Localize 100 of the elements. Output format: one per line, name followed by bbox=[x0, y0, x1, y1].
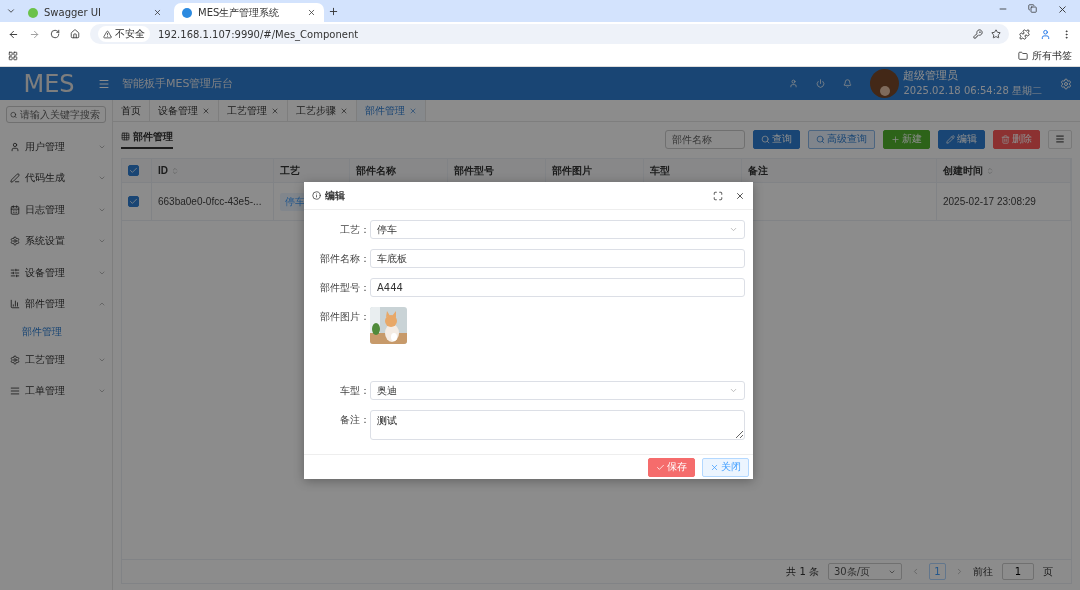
user-icon bbox=[10, 141, 20, 152]
address-bar[interactable]: 不安全 192.168.1.107:9990/#/Mes_Component bbox=[90, 24, 1009, 44]
search-field[interactable]: 部件名称 bbox=[665, 129, 745, 149]
trash-icon bbox=[1001, 134, 1010, 144]
column-header: 备注 bbox=[748, 163, 768, 178]
page-input[interactable]: 1 bbox=[1002, 563, 1034, 580]
back-icon[interactable] bbox=[8, 28, 19, 40]
apps-icon[interactable] bbox=[8, 51, 18, 61]
user-icon[interactable] bbox=[789, 79, 799, 88]
select-field[interactable]: 奥迪 bbox=[370, 381, 745, 400]
textarea-field[interactable]: 测试 bbox=[370, 410, 745, 440]
page-tab[interactable]: 部件管理 bbox=[357, 100, 426, 121]
checkbox[interactable] bbox=[128, 196, 139, 207]
user-name: 超级管理员 bbox=[903, 69, 960, 83]
sidebar-subitem[interactable]: 部件管理 bbox=[6, 320, 106, 344]
checkbox[interactable] bbox=[128, 165, 139, 176]
close-icon bbox=[710, 462, 719, 472]
browser-tab[interactable]: MES生产管理系统 bbox=[174, 3, 324, 22]
tab-list-icon[interactable] bbox=[6, 6, 16, 16]
field-label: 部件名称： bbox=[319, 252, 370, 266]
page-size-select[interactable]: 30条/页 bbox=[828, 563, 902, 580]
page-unit: 页 bbox=[1043, 564, 1053, 579]
field-label: 工艺： bbox=[339, 223, 370, 237]
folder-icon bbox=[1018, 51, 1028, 61]
column-header: 工艺 bbox=[280, 163, 300, 178]
toolbar-button[interactable]: 查询 bbox=[753, 129, 800, 149]
panel-title: 部件管理 bbox=[121, 129, 173, 149]
field-label: 部件型号： bbox=[319, 281, 370, 295]
menu-icon bbox=[1055, 134, 1065, 144]
plus-icon bbox=[891, 134, 900, 144]
browser-tab[interactable]: Swagger UI bbox=[20, 3, 170, 22]
column-header: 部件型号 bbox=[454, 163, 494, 178]
column-header: 部件图片 bbox=[552, 163, 592, 178]
close-icon[interactable] bbox=[1057, 3, 1068, 15]
search-field[interactable]: 请输入关键字搜索 bbox=[6, 106, 106, 123]
toolbar-button[interactable]: 高级查询 bbox=[808, 129, 875, 149]
security-chip[interactable]: 不安全 bbox=[98, 26, 150, 42]
column-header: 部件名称 bbox=[356, 163, 396, 178]
close-icon[interactable] bbox=[153, 8, 162, 17]
column-header: ID bbox=[158, 165, 168, 176]
reload-icon[interactable] bbox=[50, 29, 60, 39]
settings-icon[interactable] bbox=[1060, 77, 1072, 90]
sidebar-item[interactable]: 代码生成 bbox=[6, 162, 106, 194]
forward-icon[interactable] bbox=[29, 28, 40, 40]
search-icon bbox=[761, 134, 770, 144]
check-icon bbox=[656, 462, 665, 472]
warning-icon bbox=[103, 29, 112, 39]
table-cell: 2025-02-17 23:08:29 bbox=[943, 196, 1036, 207]
chevron-icon bbox=[729, 386, 738, 395]
sliders-icon bbox=[10, 267, 20, 278]
input-field[interactable]: 车底板 bbox=[370, 249, 745, 268]
close-icon[interactable] bbox=[735, 190, 745, 201]
close-icon[interactable] bbox=[307, 8, 316, 17]
sidebar-item[interactable]: 工艺管理 bbox=[6, 344, 106, 376]
calendar-icon bbox=[10, 204, 20, 215]
sidebar-item[interactable]: 日志管理 bbox=[6, 194, 106, 226]
bell-icon[interactable] bbox=[843, 79, 853, 88]
app-title: 智能板手MES管理后台 bbox=[122, 76, 234, 91]
search-icon bbox=[10, 110, 18, 119]
dialog-button[interactable]: 关闭 bbox=[702, 457, 749, 477]
home-icon[interactable] bbox=[70, 29, 80, 39]
power-icon[interactable] bbox=[816, 79, 826, 88]
list-icon bbox=[10, 386, 20, 397]
total-count: 共 1 条 bbox=[786, 564, 819, 579]
table-cell: 663ba0e0-0fcc-43e5-... bbox=[158, 196, 262, 207]
dialog-button[interactable]: 保存 bbox=[648, 457, 695, 477]
sidebar-item[interactable]: 工单管理 bbox=[6, 375, 106, 407]
input-field[interactable]: A444 bbox=[370, 278, 745, 297]
bar-chart-icon bbox=[10, 299, 20, 310]
settings-icon bbox=[10, 354, 20, 365]
toolbar-button[interactable]: 编辑 bbox=[938, 129, 985, 149]
sidebar-item[interactable]: 部件管理 bbox=[6, 288, 106, 320]
column-header: 车型 bbox=[650, 163, 670, 178]
column-header: 创建时间 bbox=[943, 163, 983, 178]
settings-icon bbox=[10, 236, 20, 247]
restore-icon[interactable] bbox=[1028, 3, 1037, 13]
menu-icon[interactable] bbox=[98, 77, 110, 90]
grid-icon bbox=[121, 132, 130, 141]
pen-icon bbox=[10, 173, 20, 184]
sidebar-item[interactable]: 系统设置 bbox=[6, 225, 106, 257]
profile-icon[interactable] bbox=[1040, 28, 1051, 40]
avatar[interactable] bbox=[870, 69, 900, 98]
search-icon bbox=[816, 134, 825, 144]
sidebar-item[interactable]: 设备管理 bbox=[6, 257, 106, 289]
field-label: 车型： bbox=[339, 384, 370, 398]
menu-button[interactable] bbox=[1048, 129, 1072, 149]
maximize-icon[interactable] bbox=[713, 190, 723, 201]
extensions-icon[interactable] bbox=[1019, 28, 1030, 40]
info-icon bbox=[312, 191, 321, 200]
sidebar-item[interactable]: 用户管理 bbox=[6, 131, 106, 163]
key-icon[interactable] bbox=[973, 29, 983, 39]
bookmarks-link[interactable]: 所有书签 bbox=[1018, 49, 1072, 63]
favicon-icon bbox=[182, 7, 192, 18]
chevron-icon bbox=[729, 225, 738, 234]
star-icon[interactable] bbox=[991, 29, 1001, 39]
select-field[interactable]: 停车 bbox=[370, 220, 745, 239]
favicon-icon bbox=[28, 7, 38, 18]
dialog-title: 编辑 bbox=[325, 188, 345, 203]
new-tab-icon[interactable] bbox=[328, 5, 339, 17]
field-label: 部件图片： bbox=[319, 310, 370, 324]
